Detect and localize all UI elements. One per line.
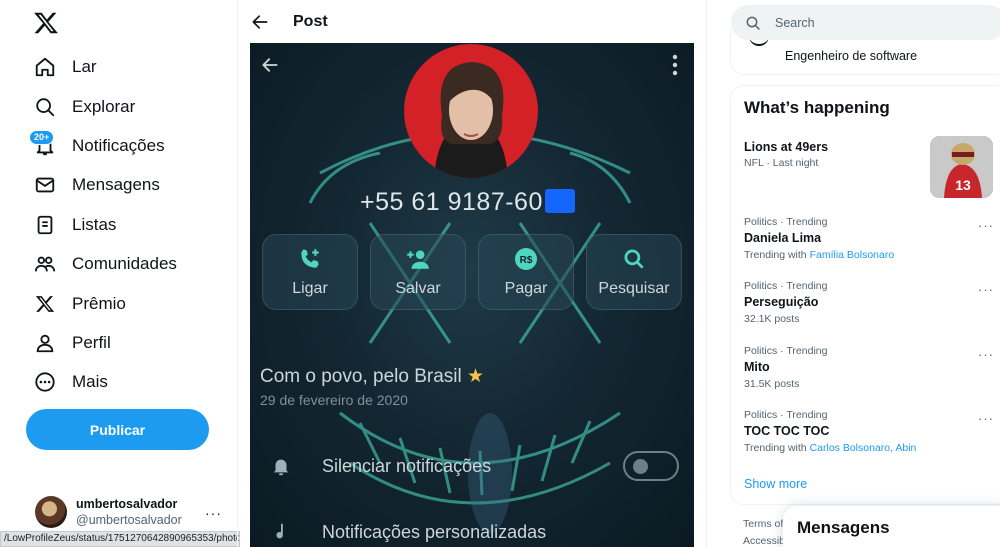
footer-link-terms[interactable]: Terms of bbox=[743, 518, 783, 530]
list-icon bbox=[32, 212, 58, 238]
arrow-left-icon[interactable] bbox=[250, 12, 270, 32]
profile-card-subtitle: Engenheiro de software bbox=[785, 49, 918, 63]
action-pay: R$ Pagar bbox=[478, 234, 574, 310]
avatar bbox=[35, 496, 67, 528]
svg-text:13: 13 bbox=[955, 177, 971, 193]
mute-toggle bbox=[623, 451, 679, 481]
trend-item[interactable]: Politics · Trending Perseguição 32.1K po… bbox=[744, 279, 994, 327]
contact-status-date: 29 de fevereiro de 2020 bbox=[260, 392, 408, 408]
action-search: Pesquisar bbox=[586, 234, 682, 310]
nav-label-profile: Perfil bbox=[72, 333, 111, 352]
nav-profile[interactable]: Perfil bbox=[32, 328, 111, 358]
nav-label-explore: Explorar bbox=[72, 97, 136, 116]
home-icon bbox=[32, 54, 58, 80]
trend-more-icon[interactable]: ··· bbox=[978, 411, 994, 426]
action-save: Salvar bbox=[370, 234, 466, 310]
communities-icon bbox=[32, 251, 58, 277]
star-emoji: ★ bbox=[467, 366, 485, 387]
left-sidebar: Lar Explorar 20+ Notificações Mensagens … bbox=[0, 0, 237, 547]
nav-premium[interactable]: Prêmio bbox=[32, 289, 126, 319]
search-input[interactable] bbox=[775, 15, 975, 30]
trend-more-icon[interactable]: ··· bbox=[978, 282, 994, 297]
nav-messages[interactable]: Mensagens bbox=[32, 170, 160, 200]
trend-item[interactable]: Politics · Trending Mito 31.5K posts bbox=[744, 344, 994, 392]
nav-label-notifications: Notificações bbox=[72, 136, 165, 155]
trend-more-icon[interactable]: ··· bbox=[978, 347, 994, 362]
nav-label-messages: Mensagens bbox=[72, 175, 160, 194]
photo-back-arrow-icon bbox=[262, 58, 278, 72]
nav-label-home: Lar bbox=[72, 57, 97, 76]
redaction-block bbox=[544, 189, 575, 213]
nav-more[interactable]: Mais bbox=[32, 367, 108, 397]
person-add-icon bbox=[407, 250, 429, 269]
footer-link-accessibility[interactable]: Accessib bbox=[743, 535, 785, 547]
messages-drawer[interactable]: Mensagens bbox=[783, 506, 1000, 547]
phone-number: +55 61 9187-60 bbox=[360, 188, 575, 217]
contact-status: Com o povo, pelo Brasil ★ bbox=[260, 366, 485, 387]
account-more-icon[interactable]: ··· bbox=[205, 505, 222, 521]
nav-label-premium: Prêmio bbox=[72, 294, 126, 313]
account-name: umbertosalvador bbox=[76, 497, 178, 511]
search-icon bbox=[624, 249, 644, 269]
publish-button[interactable]: Publicar bbox=[26, 409, 209, 450]
setting-mute-notifications: Silenciar notificações bbox=[270, 455, 491, 477]
x-logo-icon[interactable] bbox=[33, 10, 59, 36]
envelope-icon bbox=[32, 172, 58, 198]
nav-home[interactable]: Lar bbox=[32, 52, 97, 82]
trends-panel: What’s happening Lions at 49ers NFL · La… bbox=[730, 85, 1000, 505]
contact-photo bbox=[404, 44, 538, 178]
x-logo-icon bbox=[32, 291, 58, 317]
person-icon bbox=[32, 330, 58, 356]
nav-explore[interactable]: Explorar bbox=[32, 92, 135, 122]
right-sidebar: Engenheiro de software What’s happening … bbox=[707, 0, 1000, 547]
search-bar[interactable] bbox=[731, 5, 1000, 40]
account-handle: @umbertosalvador bbox=[76, 513, 182, 527]
trend-item[interactable]: Politics · Trending TOC TOC TOC Trending… bbox=[744, 408, 994, 456]
nav-label-lists: Listas bbox=[72, 215, 117, 234]
notification-count-badge: 20+ bbox=[29, 130, 55, 145]
search-icon bbox=[32, 94, 58, 120]
browser-status-url: /LowProfileZeus/status/17512706428909653… bbox=[0, 531, 240, 547]
post-column: Post +55 61 9187-60 Ligar Salvar R$ Paga… bbox=[237, 0, 707, 547]
trends-heading: What’s happening bbox=[744, 98, 890, 117]
rs-coin-icon: R$ bbox=[515, 248, 537, 270]
show-more-link[interactable]: Show more bbox=[744, 477, 807, 491]
music-note-icon bbox=[276, 523, 283, 539]
nav-lists[interactable]: Listas bbox=[32, 210, 116, 240]
post-photo[interactable]: +55 61 9187-60 Ligar Salvar R$ Pagar Pes… bbox=[250, 43, 694, 547]
phone-plus-icon bbox=[301, 249, 319, 268]
trend-item[interactable]: Politics · Trending Daniela Lima Trendin… bbox=[744, 215, 994, 263]
setting-custom-notifications: Notificações personalizadas bbox=[270, 521, 546, 543]
more-circle-icon bbox=[32, 369, 58, 395]
trend-thumbnail: 13 bbox=[930, 136, 993, 198]
bell-icon bbox=[273, 459, 289, 476]
nav-communities[interactable]: Comunidades bbox=[32, 249, 177, 279]
nav-label-communities: Comunidades bbox=[72, 254, 177, 273]
nav-label-more: Mais bbox=[72, 372, 108, 391]
trend-more-icon[interactable]: ··· bbox=[978, 218, 994, 233]
photo-kebab-menu-icon bbox=[672, 54, 678, 76]
action-call: Ligar bbox=[262, 234, 358, 310]
messages-drawer-title: Mensagens bbox=[797, 518, 890, 537]
account-switcher[interactable]: umbertosalvador @umbertosalvador bbox=[35, 494, 230, 530]
svg-text:R$: R$ bbox=[520, 255, 533, 266]
search-icon bbox=[746, 16, 760, 30]
page-title: Post bbox=[293, 13, 328, 30]
